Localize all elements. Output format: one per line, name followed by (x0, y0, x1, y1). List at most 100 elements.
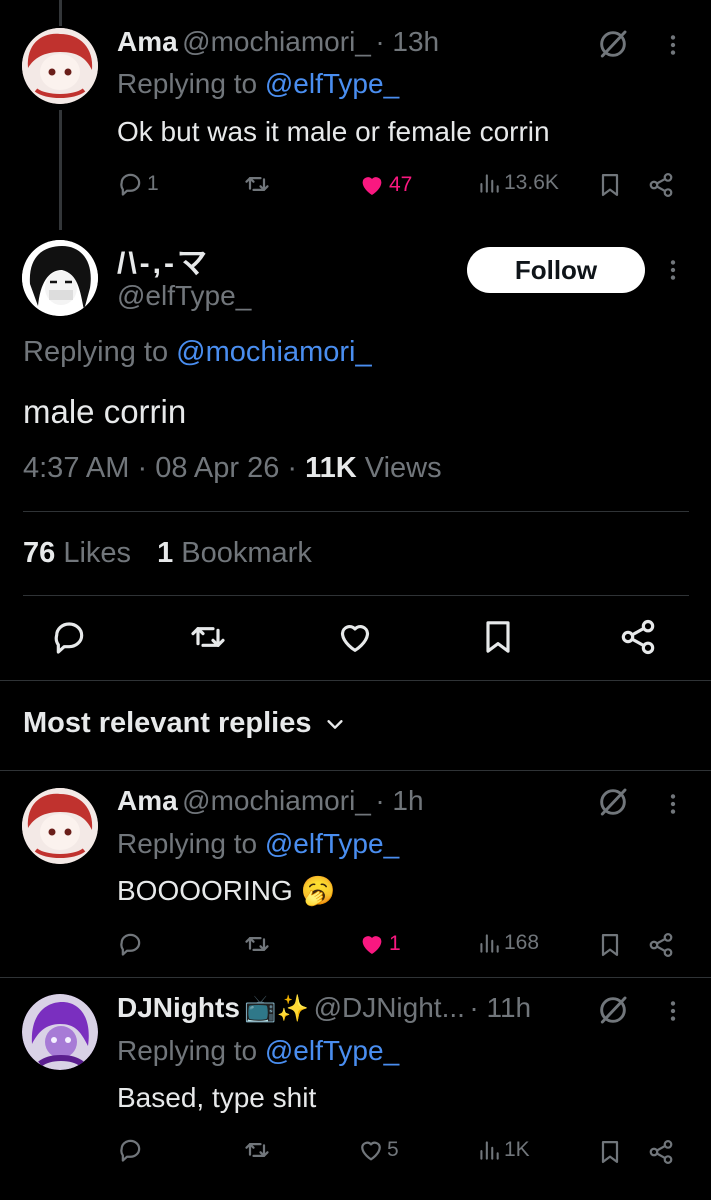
follow-button[interactable]: Follow (467, 247, 645, 293)
more-icon[interactable] (660, 257, 686, 283)
tweet-text: Based, type shit (117, 1082, 317, 1113)
divider (0, 680, 711, 681)
grok-icon[interactable] (597, 786, 629, 818)
timestamp[interactable]: · 11h (469, 992, 531, 1023)
like-count: 1 (389, 932, 401, 955)
retweet-icon[interactable] (188, 617, 228, 657)
bookmarks-count: 1 (157, 537, 174, 569)
meta-separator: · (137, 452, 156, 484)
heart-icon[interactable] (335, 617, 375, 657)
engagement-stats: 76 Likes 1 Bookmark (23, 537, 312, 570)
tweet-text: male corrin (23, 393, 187, 430)
more-icon[interactable] (660, 791, 686, 817)
divider (0, 977, 711, 978)
views-count: 11K (305, 452, 357, 484)
retweet-icon[interactable] (243, 1136, 271, 1164)
more-icon[interactable] (660, 32, 686, 58)
avatar[interactable] (22, 788, 98, 864)
tweet-meta: 4:37 AM · 08 Apr 26 · 11K Views (23, 452, 442, 485)
tweet-date[interactable]: 08 Apr 26 (155, 452, 279, 484)
like-button[interactable]: 5 (357, 1136, 399, 1164)
display-name[interactable]: /\-,-マ (117, 238, 210, 282)
follow-label: Follow (514, 254, 598, 285)
views-label: Views (364, 452, 442, 484)
share-icon[interactable] (647, 1138, 675, 1166)
tweet-text-row: BOOOORING 🥱 (117, 874, 335, 907)
views-icon (476, 1137, 502, 1163)
reply-icon[interactable] (50, 617, 90, 657)
avatar[interactable] (22, 994, 98, 1070)
reply-icon[interactable] (117, 1136, 145, 1164)
likes-count: 76 (23, 537, 56, 569)
reply-icon[interactable] (117, 930, 145, 958)
views-count: 168 (504, 931, 540, 954)
divider (0, 770, 711, 771)
display-name[interactable]: Ama (117, 26, 178, 57)
views-count: 13.6K (504, 171, 559, 194)
retweet-icon[interactable] (243, 930, 271, 958)
replying-to: Replying to @elfType_ (117, 828, 399, 860)
like-count: 5 (387, 1138, 399, 1161)
bookmarks-stat[interactable]: 1 Bookmark (157, 537, 312, 569)
bookmark-icon[interactable] (478, 617, 518, 657)
heart-filled-icon (357, 170, 387, 200)
replying-to: Replying to @elfType_ (117, 1035, 399, 1067)
replying-to-link[interactable]: @elfType_ (265, 828, 399, 859)
user-handle[interactable]: @DJNight... (314, 992, 465, 1023)
avatar[interactable] (22, 240, 98, 316)
chevron-down-icon (324, 713, 346, 735)
sort-label: Most relevant replies (23, 707, 312, 739)
yawning-emoji-icon: 🥱 (300, 875, 336, 906)
replying-to-label: Replying to (23, 336, 169, 368)
heart-icon (357, 1136, 385, 1164)
meta-separator: · (287, 452, 306, 484)
user-handle[interactable]: @elfType_ (117, 280, 251, 312)
timestamp[interactable]: · 1h (375, 785, 423, 816)
timestamp[interactable]: · 13h (375, 26, 439, 57)
sort-dropdown[interactable]: Most relevant replies (23, 707, 346, 740)
more-icon[interactable] (660, 998, 686, 1024)
share-icon[interactable] (618, 617, 658, 657)
grok-icon[interactable] (597, 994, 629, 1026)
bookmark-icon[interactable] (596, 171, 624, 199)
tweet-text: Ok but was it male or female corrin (117, 116, 550, 147)
retweet-button[interactable] (243, 170, 271, 198)
replying-to-label: Replying to (117, 1035, 258, 1066)
share-icon[interactable] (647, 931, 675, 959)
views-count: 1K (504, 1138, 530, 1161)
reply-button[interactable]: 1 (117, 170, 159, 198)
replying-to-link[interactable]: @mochiamori_ (176, 336, 371, 368)
replying-to-link[interactable]: @elfType_ (265, 68, 399, 99)
bookmark-icon[interactable] (596, 1138, 624, 1166)
heart-filled-icon (357, 929, 387, 959)
like-count: 47 (389, 173, 413, 196)
divider (23, 595, 689, 596)
bookmarks-label: Bookmark (181, 537, 312, 569)
user-handle[interactable]: @mochiamori_ (182, 26, 371, 57)
like-button[interactable]: 1 (357, 929, 401, 959)
thread-line (59, 110, 62, 230)
views-icon (476, 930, 502, 956)
tweet-header: Ama @mochiamori_ · 13h (117, 26, 439, 58)
display-name[interactable]: DJNights (117, 992, 240, 1023)
tweet-header: DJNights 📺✨ @DJNight... · 11h (117, 992, 531, 1024)
views-icon (476, 170, 502, 196)
replying-to-link[interactable]: @elfType_ (265, 1035, 399, 1066)
bookmark-icon[interactable] (596, 931, 624, 959)
display-name[interactable]: Ama (117, 785, 178, 816)
tv-sparkles-emoji-icon: 📺✨ (244, 993, 310, 1023)
views-button[interactable]: 13.6K (476, 170, 559, 196)
grok-icon[interactable] (597, 28, 629, 60)
avatar[interactable] (22, 28, 98, 104)
likes-stat[interactable]: 76 Likes (23, 537, 139, 569)
tweet-header: Ama @mochiamori_ · 1h (117, 785, 424, 817)
user-handle[interactable]: @mochiamori_ (182, 785, 371, 816)
retweet-icon (243, 170, 271, 198)
like-button[interactable]: 47 (357, 170, 412, 200)
tweet-time[interactable]: 4:37 AM (23, 452, 129, 484)
views-button[interactable]: 168 (476, 930, 539, 956)
share-icon[interactable] (647, 171, 675, 199)
thread-line-top (59, 0, 62, 26)
views-button[interactable]: 1K (476, 1137, 530, 1163)
replying-to: Replying to @mochiamori_ (23, 336, 372, 369)
